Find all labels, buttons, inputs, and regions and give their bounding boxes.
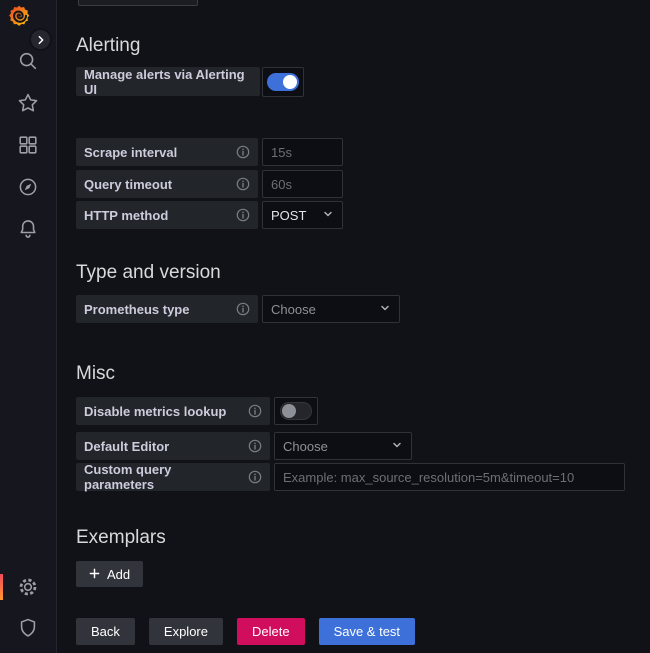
dashboards-grid-icon[interactable]	[17, 134, 39, 156]
http-method-select[interactable]: POST	[262, 201, 343, 229]
add-exemplar-button[interactable]: Add	[76, 561, 143, 587]
grafana-logo-icon[interactable]	[5, 4, 33, 32]
explore-button[interactable]: Explore	[149, 618, 223, 645]
back-button[interactable]: Back	[76, 618, 135, 645]
info-icon[interactable]	[236, 208, 250, 222]
sidebar	[0, 0, 57, 653]
info-icon[interactable]	[236, 177, 250, 191]
disable-metrics-lookup-toggle[interactable]	[274, 397, 318, 425]
bell-alerting-icon[interactable]	[17, 218, 39, 240]
chevron-down-icon	[322, 208, 334, 223]
prometheus-type-label: Prometheus type	[76, 295, 258, 323]
info-icon[interactable]	[236, 145, 250, 159]
manage-alerts-toggle[interactable]	[262, 67, 304, 97]
default-editor-label: Default Editor	[76, 432, 270, 460]
scrape-interval-label: Scrape interval	[76, 138, 258, 166]
cut-off-field-above	[78, 0, 198, 6]
query-timeout-label: Query timeout	[76, 170, 258, 198]
toggle-on[interactable]	[267, 73, 299, 91]
shield-admin-icon[interactable]	[17, 617, 39, 639]
section-heading-type-version: Type and version	[76, 262, 221, 284]
manage-alerts-label: Manage alerts via Alerting UI	[76, 67, 260, 96]
section-heading-alerting: Alerting	[76, 35, 140, 57]
custom-query-parameters-label: Custom query parameters	[76, 463, 270, 491]
custom-query-parameters-input-wrap	[274, 463, 625, 491]
active-nav-indicator	[0, 574, 3, 600]
search-icon[interactable]	[17, 50, 39, 72]
plus-icon	[89, 567, 100, 582]
gear-configuration-icon[interactable]	[17, 576, 39, 598]
section-heading-misc: Misc	[76, 363, 115, 385]
scrape-interval-input[interactable]	[271, 145, 334, 160]
section-heading-exemplars: Exemplars	[76, 527, 166, 549]
toggle-off[interactable]	[280, 402, 312, 420]
sidebar-expand-button[interactable]	[29, 28, 52, 51]
custom-query-parameters-input[interactable]	[283, 470, 616, 485]
chevron-down-icon	[379, 302, 391, 317]
query-timeout-input-wrap	[262, 170, 343, 198]
scrape-interval-input-wrap	[262, 138, 343, 166]
footer-button-bar: Back Explore Delete Save & test	[76, 618, 415, 645]
info-icon[interactable]	[236, 302, 250, 316]
chevron-down-icon	[391, 439, 403, 454]
compass-explore-icon[interactable]	[17, 176, 39, 198]
save-and-test-button[interactable]: Save & test	[319, 618, 415, 645]
disable-metrics-lookup-label: Disable metrics lookup	[76, 397, 270, 425]
info-icon[interactable]	[248, 439, 262, 453]
http-method-label: HTTP method	[76, 201, 258, 229]
prometheus-type-select[interactable]: Choose	[262, 295, 400, 323]
star-icon[interactable]	[17, 92, 39, 114]
delete-button[interactable]: Delete	[237, 618, 305, 645]
info-icon[interactable]	[248, 470, 262, 484]
info-icon[interactable]	[248, 404, 262, 418]
query-timeout-input[interactable]	[271, 177, 334, 192]
default-editor-select[interactable]: Choose	[274, 432, 412, 460]
